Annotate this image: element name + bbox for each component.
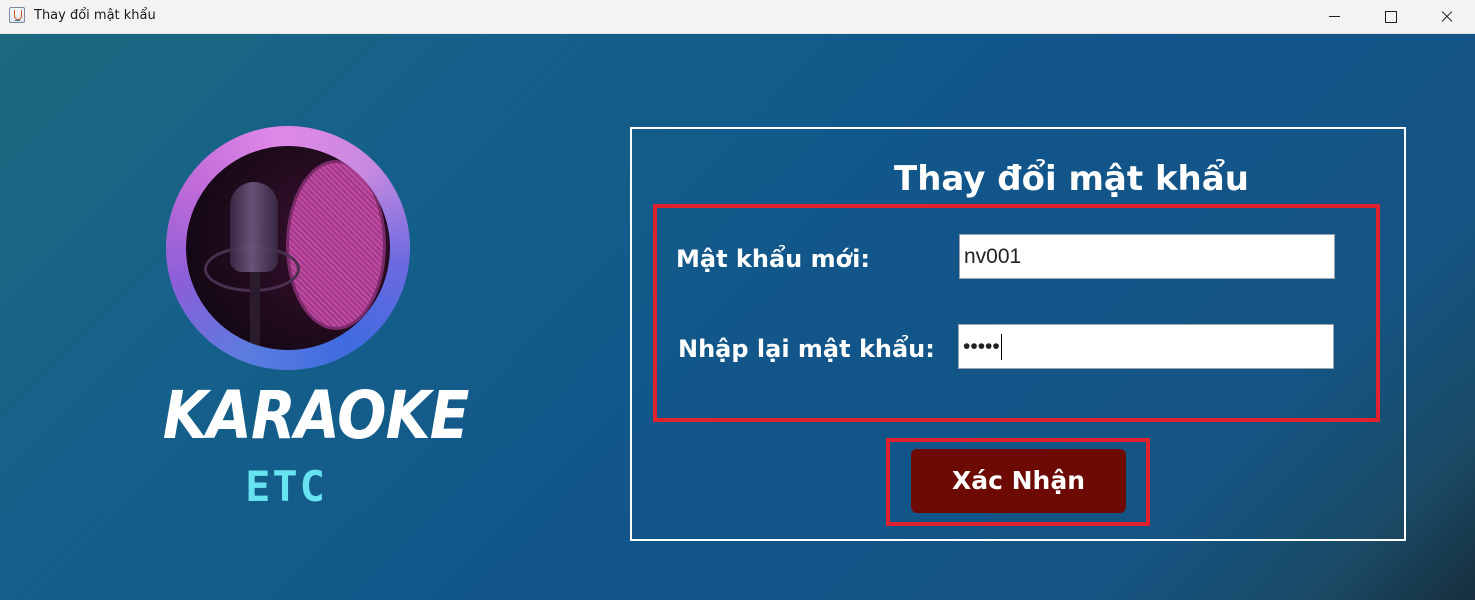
title-bar[interactable]: Thay đổi mật khẩu xyxy=(0,0,1475,34)
submit-highlight-box: Xác Nhận xyxy=(886,438,1150,526)
new-password-field[interactable]: nv001 xyxy=(959,234,1335,279)
minimize-icon[interactable] xyxy=(1312,0,1358,33)
confirm-password-field[interactable]: ••••• xyxy=(958,324,1334,369)
text-caret xyxy=(1000,334,1002,361)
maximize-icon[interactable] xyxy=(1368,0,1414,33)
change-password-window: Thay đổi mật khẩu KARAOKE ETC Thay đổi m… xyxy=(0,0,1475,600)
logo-text: KARAOKE xyxy=(162,377,470,454)
window-title: Thay đổi mật khẩu xyxy=(34,8,156,23)
close-icon[interactable] xyxy=(1424,0,1470,33)
form-title: Thay đổi mật khẩu xyxy=(894,159,1249,199)
confirm-password-value: ••••• xyxy=(963,335,1000,358)
confirm-button[interactable]: Xác Nhận xyxy=(911,449,1126,513)
password-form-panel: Thay đổi mật khẩu Mật khẩu mới: nv001 Nh… xyxy=(630,127,1406,541)
pop-filter-shape xyxy=(286,160,386,330)
mic-body-shape xyxy=(230,182,278,272)
logo-subtext: ETC xyxy=(245,462,327,511)
new-password-value: nv001 xyxy=(964,245,1022,268)
microphone-image xyxy=(186,146,390,350)
confirm-password-label: Nhập lại mật khẩu: xyxy=(678,335,935,363)
fields-highlight-box: Mật khẩu mới: nv001 Nhập lại mật khẩu: •… xyxy=(653,204,1380,422)
karaoke-logo xyxy=(166,126,410,370)
java-cup-icon xyxy=(9,7,25,23)
new-password-label: Mật khẩu mới: xyxy=(676,245,870,273)
mic-stand-shape xyxy=(250,266,260,346)
content-area: KARAOKE ETC Thay đổi mật khẩu Mật khẩu m… xyxy=(0,34,1475,600)
